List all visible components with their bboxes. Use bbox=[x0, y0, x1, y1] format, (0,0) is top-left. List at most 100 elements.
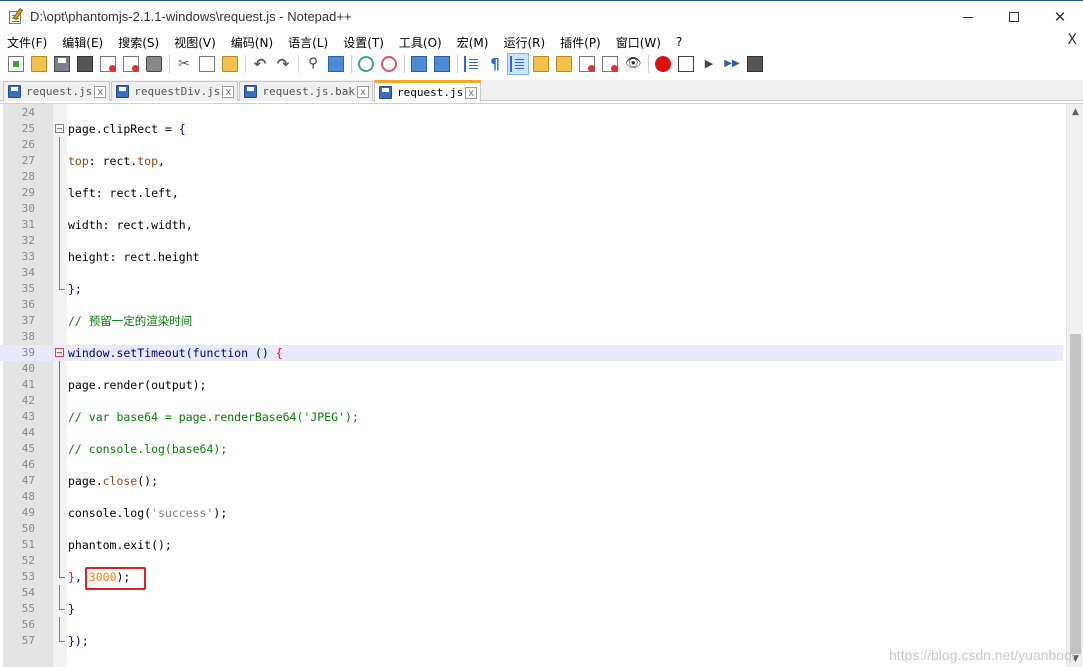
code-line[interactable]: 37 // 预留一定的渲染时间 bbox=[0, 313, 1063, 329]
indent-guide-icon[interactable] bbox=[507, 53, 529, 75]
close-file-icon[interactable] bbox=[97, 53, 119, 75]
close-document-button[interactable]: X bbox=[1067, 32, 1077, 48]
show-all-chars-icon[interactable]: ¶ bbox=[484, 53, 506, 75]
user-lang-icon[interactable] bbox=[530, 53, 552, 75]
close-window-button[interactable]: ✕ bbox=[1037, 1, 1083, 33]
print-icon[interactable] bbox=[143, 53, 165, 75]
code-line[interactable]: 27 top: rect.top, bbox=[0, 153, 1063, 169]
menu-view[interactable]: 视图(V) bbox=[166, 34, 223, 51]
close-all-icon[interactable] bbox=[120, 53, 142, 75]
tab-requestdiv-js[interactable]: requestDiv.js x bbox=[111, 81, 239, 101]
menu-window[interactable]: 窗口(W) bbox=[608, 34, 668, 51]
line-number: 41 bbox=[21, 378, 35, 391]
monitoring-icon[interactable]: 👁 bbox=[622, 53, 644, 75]
save-all-icon[interactable] bbox=[74, 53, 96, 75]
doc-map-icon[interactable] bbox=[553, 53, 575, 75]
code-line[interactable]: 24 bbox=[0, 105, 1063, 121]
code-line[interactable]: 53}, 3000); bbox=[0, 569, 1063, 585]
folder-workspace-icon[interactable] bbox=[599, 53, 621, 75]
word-wrap-icon[interactable] bbox=[461, 53, 483, 75]
vertical-scrollbar[interactable]: ▲ ▼ bbox=[1066, 104, 1083, 667]
minimize-button[interactable] bbox=[945, 1, 991, 33]
scroll-up-icon[interactable]: ▲ bbox=[1067, 104, 1083, 121]
code-line[interactable]: 35}; bbox=[0, 281, 1063, 297]
code-line[interactable]: 49 console.log('success'); bbox=[0, 505, 1063, 521]
replace-icon[interactable] bbox=[325, 53, 347, 75]
tab-request-js[interactable]: request.js x bbox=[3, 81, 111, 101]
menu-search[interactable]: 搜索(S) bbox=[110, 34, 166, 51]
menu-edit[interactable]: 编辑(E) bbox=[54, 34, 110, 51]
fold-toggle-icon[interactable] bbox=[55, 124, 64, 133]
menu-run[interactable]: 运行(R) bbox=[495, 34, 552, 51]
code-line[interactable]: 47 page.close(); bbox=[0, 473, 1063, 489]
tab-request-js-active[interactable]: request.js x bbox=[374, 80, 482, 102]
code-line[interactable]: 43 // var base64 = page.renderBase64('JPE… bbox=[0, 409, 1063, 425]
tab-close-icon[interactable]: x bbox=[94, 85, 107, 98]
code-line[interactable]: 41 page.render(output); bbox=[0, 377, 1063, 393]
redo-icon[interactable]: ↷ bbox=[272, 53, 294, 75]
stop-recording-icon[interactable] bbox=[675, 53, 697, 75]
code-line[interactable]: 34 bbox=[0, 265, 1063, 281]
zoom-out-icon[interactable] bbox=[378, 53, 400, 75]
playback-macro-icon[interactable]: ▶ bbox=[698, 53, 720, 75]
code-line[interactable]: 52 bbox=[0, 553, 1063, 569]
code-line[interactable]: 28 bbox=[0, 169, 1063, 185]
save-icon[interactable] bbox=[51, 53, 73, 75]
code-line[interactable]: 54 bbox=[0, 585, 1063, 601]
menu-file[interactable]: 文件(F) bbox=[0, 34, 54, 51]
menu-macro[interactable]: 宏(M) bbox=[449, 34, 496, 51]
save-macro-icon[interactable] bbox=[744, 53, 766, 75]
function-list-icon[interactable] bbox=[576, 53, 598, 75]
code-line[interactable]: 26 bbox=[0, 137, 1063, 153]
code-line-current[interactable]: 39 window.setTimeout(function () { bbox=[0, 345, 1063, 361]
code-line[interactable]: 50 bbox=[0, 521, 1063, 537]
code-line[interactable]: 40 bbox=[0, 361, 1063, 377]
record-macro-icon[interactable] bbox=[652, 53, 674, 75]
code-line[interactable]: 48 bbox=[0, 489, 1063, 505]
code-line[interactable]: 55} bbox=[0, 601, 1063, 617]
line-number: 51 bbox=[21, 538, 35, 551]
menu-encoding[interactable]: 编码(N) bbox=[223, 34, 280, 51]
code-editor[interactable]: 24 25 page.clipRect = { 26 27 top: rect.to… bbox=[0, 103, 1083, 667]
scrollbar-thumb[interactable] bbox=[1070, 334, 1081, 654]
menu-plugins[interactable]: 插件(P) bbox=[552, 34, 608, 51]
code-line[interactable]: 38 bbox=[0, 329, 1063, 345]
new-file-icon[interactable] bbox=[5, 53, 27, 75]
fold-toggle-icon[interactable] bbox=[55, 348, 64, 357]
code-line[interactable]: 30 bbox=[0, 201, 1063, 217]
menu-settings[interactable]: 设置(T) bbox=[335, 34, 391, 51]
tab-close-icon[interactable]: x bbox=[222, 85, 235, 98]
menu-help[interactable]: ? bbox=[668, 35, 689, 49]
zoom-in-icon[interactable] bbox=[355, 53, 377, 75]
open-file-icon[interactable] bbox=[28, 53, 50, 75]
menu-language[interactable]: 语言(L) bbox=[280, 34, 335, 51]
code-line[interactable]: 33 height: rect.height bbox=[0, 249, 1063, 265]
tab-request-js-bak[interactable]: request.js.bak x bbox=[239, 81, 374, 101]
sync-horizontal-icon[interactable] bbox=[431, 53, 453, 75]
code-line[interactable]: 31 width: rect.width, bbox=[0, 217, 1063, 233]
code-line[interactable]: 44 bbox=[0, 425, 1063, 441]
code-line[interactable]: 56 bbox=[0, 617, 1063, 633]
code-line[interactable]: 42 bbox=[0, 393, 1063, 409]
paste-icon[interactable] bbox=[219, 53, 241, 75]
tab-close-icon[interactable]: x bbox=[357, 85, 370, 98]
copy-icon[interactable] bbox=[196, 53, 218, 75]
code-text: top: rect.top, bbox=[68, 153, 165, 169]
code-line[interactable]: 29 left: rect.left, bbox=[0, 185, 1063, 201]
line-number: 53 bbox=[21, 570, 35, 583]
menu-tools[interactable]: 工具(O) bbox=[391, 34, 449, 51]
undo-icon[interactable]: ↶ bbox=[249, 53, 271, 75]
sync-vertical-icon[interactable] bbox=[408, 53, 430, 75]
find-icon[interactable]: ⚲ bbox=[302, 53, 324, 75]
code-line[interactable]: 36 bbox=[0, 297, 1063, 313]
code-line[interactable]: 32 bbox=[0, 233, 1063, 249]
code-line[interactable]: 45 // console.log(base64); bbox=[0, 441, 1063, 457]
cut-icon[interactable]: ✂ bbox=[173, 53, 195, 75]
run-macro-multiple-icon[interactable]: ▶▶ bbox=[721, 53, 743, 75]
tab-close-icon[interactable]: x bbox=[465, 86, 478, 99]
code-line[interactable]: 51 phantom.exit(); bbox=[0, 537, 1063, 553]
maximize-button[interactable] bbox=[991, 1, 1037, 33]
code-line[interactable]: 46 bbox=[0, 457, 1063, 473]
code-line[interactable]: 25 page.clipRect = { bbox=[0, 121, 1063, 137]
line-number: 57 bbox=[21, 634, 35, 647]
